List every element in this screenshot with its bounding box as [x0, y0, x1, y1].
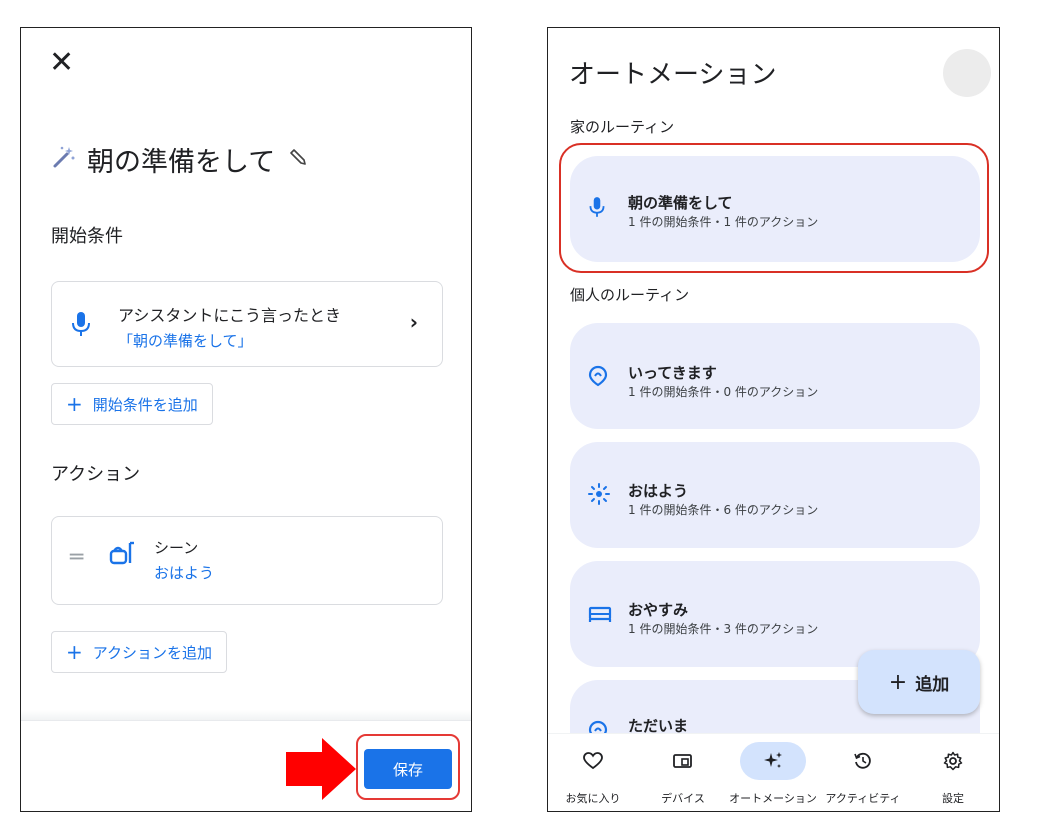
- sparkle-icon: [764, 752, 782, 768]
- starter-card[interactable]: アシスタントにこう言ったとき 「朝の準備をして」 ›: [51, 281, 443, 367]
- magic-wand-icon: [51, 144, 77, 176]
- avatar[interactable]: [943, 49, 991, 97]
- pencil-icon: [290, 148, 307, 165]
- nav-pill-active: [740, 742, 806, 780]
- action-card[interactable]: ═ シーン おはよう: [51, 516, 443, 605]
- nav-pill: [830, 742, 896, 780]
- plus-icon: +: [66, 392, 83, 416]
- footer-divider: [21, 720, 471, 721]
- heart-icon: [583, 752, 603, 770]
- nav-item-settings[interactable]: 設定: [908, 734, 998, 811]
- nav-item-devices[interactable]: デバイス: [638, 734, 728, 811]
- plus-icon: +: [888, 669, 908, 695]
- nav-pill: [650, 742, 716, 780]
- nav-label: デバイス: [661, 792, 705, 805]
- nav-label: アクティビティ: [825, 792, 901, 805]
- routine-name: おはよう: [628, 482, 689, 500]
- nav-label: オートメーション: [729, 792, 817, 805]
- action-value: おはよう: [154, 564, 215, 582]
- nav-item-favorites[interactable]: お気に入り: [548, 734, 638, 811]
- action-label: シーン: [154, 539, 199, 557]
- routine-name: おやすみ: [628, 601, 689, 619]
- automations-panel: オートメーション 家のルーティン 朝の準備をして 1 件の開始条件・1 件のアク…: [547, 27, 1000, 812]
- starter-label: アシスタントにこう言ったとき: [118, 306, 342, 325]
- nav-item-activity[interactable]: アクティビティ: [818, 734, 908, 811]
- plus-icon: +: [66, 640, 83, 664]
- routine-name: いってきます: [628, 364, 717, 382]
- nav-pill: [920, 742, 986, 780]
- routine-editor-panel: ✕ 朝の準備をして 開始条件 アシスタントにこう言ったとき 「朝の準備をして」 …: [20, 27, 472, 812]
- fab-label: 追加: [915, 674, 950, 695]
- bed-icon: [588, 605, 612, 627]
- close-icon: ✕: [49, 45, 75, 80]
- nav-label: お気に入り: [565, 792, 621, 805]
- add-starter-button[interactable]: + 開始条件を追加: [51, 383, 213, 425]
- add-starter-label: 開始条件を追加: [92, 395, 198, 414]
- sunrise-icon: [588, 483, 610, 509]
- bottom-nav: お気に入り デバイス オートメーション アクティビティ 設定: [548, 733, 999, 811]
- add-action-label: アクションを追加: [92, 643, 213, 662]
- nav-item-automations[interactable]: オートメーション: [728, 734, 818, 811]
- drag-handle-icon[interactable]: ═: [70, 545, 83, 570]
- starter-phrase: 「朝の準備をして」: [118, 332, 253, 350]
- routine-item-personal-0[interactable]: いってきます 1 件の開始条件・0 件のアクション: [570, 323, 980, 429]
- routine-item-personal-1[interactable]: おはよう 1 件の開始条件・6 件のアクション: [570, 442, 980, 548]
- page-title: オートメーション: [569, 60, 777, 90]
- routine-summary: 1 件の開始条件・0 件のアクション: [628, 385, 819, 399]
- close-button[interactable]: ✕: [49, 48, 74, 78]
- gear-icon: [943, 751, 963, 771]
- routine-highlight-box: [559, 143, 989, 273]
- routine-summary: 1 件の開始条件・3 件のアクション: [628, 622, 819, 636]
- devices-icon: [673, 754, 692, 768]
- routine-title: 朝の準備をして: [87, 147, 276, 178]
- save-highlight-box: [356, 734, 460, 800]
- starters-heading: 開始条件: [51, 226, 123, 247]
- home-routines-heading: 家のルーティン: [570, 118, 675, 136]
- mic-icon: [70, 310, 92, 342]
- scene-icon: [108, 539, 136, 573]
- history-icon: [854, 752, 871, 769]
- footer-shadow: [21, 710, 471, 720]
- add-routine-fab[interactable]: + 追加: [858, 650, 980, 714]
- personal-routines-heading: 個人のルーティン: [570, 286, 690, 304]
- chevron-right-icon: ›: [409, 310, 418, 334]
- add-action-button[interactable]: + アクションを追加: [51, 631, 228, 673]
- red-arrow-annotation: [286, 738, 356, 800]
- routine-summary: 1 件の開始条件・6 件のアクション: [628, 503, 819, 517]
- nav-pill: [560, 742, 626, 780]
- location-icon: [588, 365, 608, 391]
- actions-heading: アクション: [51, 464, 141, 485]
- edit-title-button[interactable]: [287, 146, 309, 174]
- nav-label: 設定: [942, 792, 964, 805]
- routine-title-row: 朝の準備をして: [51, 140, 309, 179]
